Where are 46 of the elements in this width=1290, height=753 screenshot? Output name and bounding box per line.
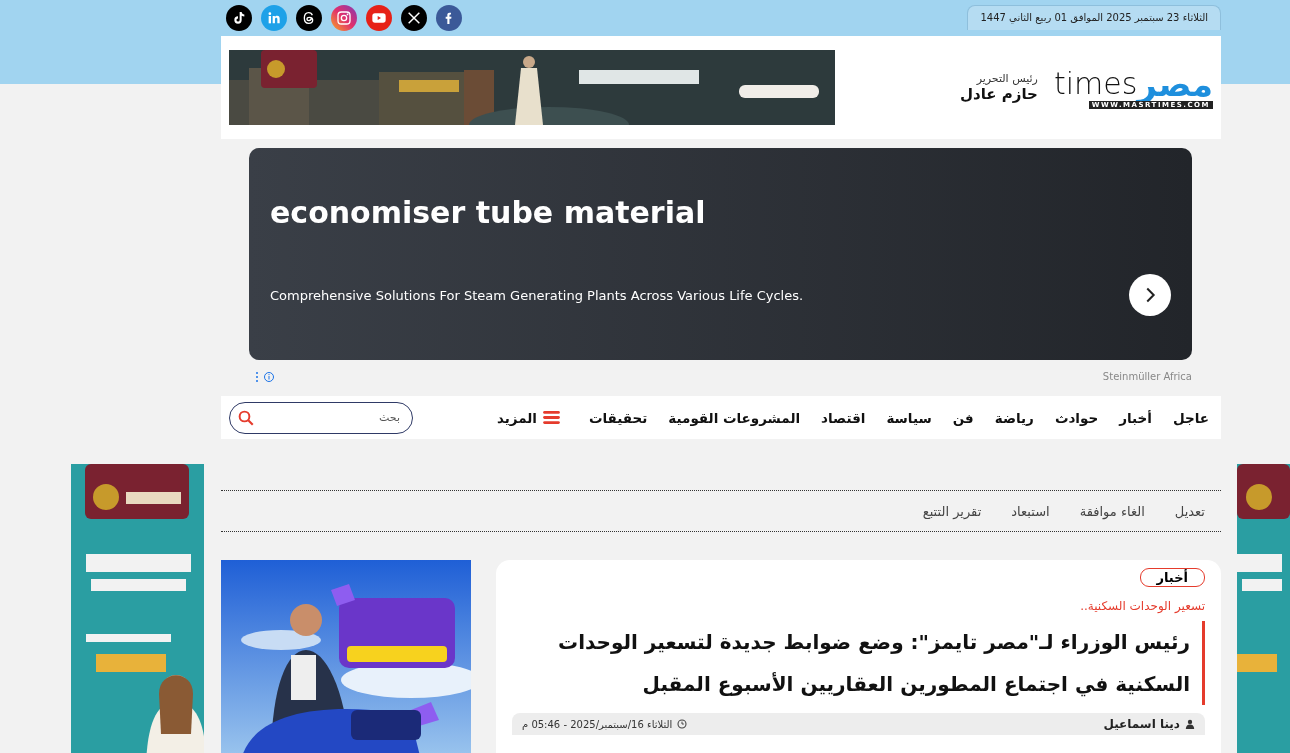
x-icon: [406, 10, 422, 26]
editor-role: رئيس التحرير: [976, 72, 1038, 85]
nav-link[interactable]: أخبار: [1119, 409, 1152, 426]
nav-link[interactable]: اقتصاد: [821, 409, 866, 426]
facebook-link[interactable]: [436, 5, 462, 31]
article-kicker: تسعير الوحدات السكنية..: [1080, 599, 1205, 613]
moderation-link[interactable]: الغاء موافقة: [1079, 503, 1145, 519]
youtube-link[interactable]: [366, 5, 392, 31]
category-tag[interactable]: أخبار: [1139, 568, 1205, 587]
moderation-link[interactable]: تعديل: [1174, 503, 1205, 519]
ad-title: economiser tube material: [270, 195, 706, 230]
moderation-link[interactable]: استبعاد: [1011, 503, 1050, 519]
person-icon: [1185, 719, 1195, 729]
more-menu-button[interactable]: المزيد: [496, 409, 560, 426]
linkedin-link[interactable]: [261, 5, 287, 31]
nav-link[interactable]: حوادث: [1054, 409, 1099, 426]
ad-info-icon[interactable]: [254, 370, 276, 383]
author-name[interactable]: دينا اسماعيل: [1103, 717, 1180, 731]
instagram-link[interactable]: [331, 5, 357, 31]
advertiser-name: Steinmüller Africa: [1102, 371, 1192, 382]
nav-link[interactable]: عاجل: [1172, 409, 1209, 426]
nav-link[interactable]: تحقيقات: [588, 409, 648, 426]
instagram-icon: [336, 10, 352, 26]
menu-icon: [542, 411, 560, 424]
logo-latin-text: times: [1053, 66, 1138, 101]
ad-card[interactable]: economiser tube material Comprehensive Solutions For Steam Generating Plants Across Various Life Cycles.: [249, 148, 1192, 360]
moderation-link[interactable]: تقرير التتبع: [922, 503, 982, 519]
clock-icon: [677, 719, 688, 729]
date-label: الثلاثاء 23 سبتمبر 2025 الموافق 01 ربيع الثاني 1447: [967, 5, 1221, 30]
nav-link[interactable]: سياسة: [886, 409, 932, 426]
x-link[interactable]: [401, 5, 427, 31]
next-button[interactable]: [1129, 274, 1171, 316]
tiktok-link[interactable]: [226, 5, 252, 31]
ad-description: Comprehensive Solutions For Steam Generating Plants Across Various Life Cycles.: [270, 288, 804, 303]
article-title: رئيس الوزراء لـ"مصر تايمز": وضع ضوابط جديدة لتسعير الوحدات السكنية في اجتماع المطورين العقاريين الأسبوع المقبل: [512, 621, 1205, 705]
threads-link[interactable]: [296, 5, 322, 31]
search-icon[interactable]: [237, 408, 255, 427]
editor-name: حازم عادل: [960, 85, 1038, 103]
linkedin-icon: [266, 10, 282, 26]
nav-link[interactable]: المشروعات القومية: [668, 409, 801, 426]
tiktok-icon: [231, 10, 247, 26]
publish-date: الثلاثاء 16/سبتمبر/2025 - 05:46 م: [522, 718, 673, 730]
nav-link[interactable]: رياضة: [994, 409, 1034, 426]
youtube-icon: [371, 10, 387, 26]
search-field[interactable]: بحث: [229, 401, 413, 434]
nav-link[interactable]: فن: [952, 409, 974, 426]
